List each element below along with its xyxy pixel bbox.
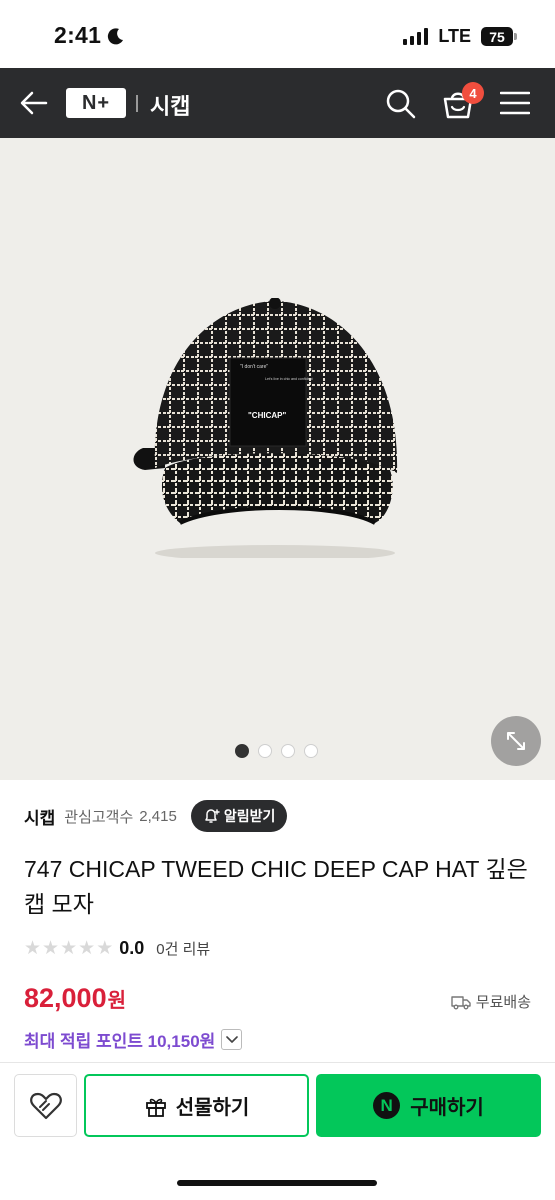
buy-label: 구매하기 [410, 1097, 484, 1119]
expand-icon [507, 732, 525, 750]
menu-icon[interactable] [500, 90, 530, 116]
alarm-label: 알림받기 [223, 808, 276, 824]
truck-icon [451, 995, 471, 1009]
back-arrow-icon[interactable] [18, 88, 50, 118]
store-title[interactable]: 시캡 [150, 89, 190, 121]
divider [0, 1062, 555, 1063]
price: 82,000 [24, 983, 107, 1013]
price-unit: 원 [107, 990, 126, 1012]
status-time-text: 2:41 [54, 22, 102, 48]
cap-label-top: "I don't care" [240, 364, 268, 370]
interest-label: 관심고객수 [64, 808, 134, 826]
buy-button[interactable]: N 구매하기 [316, 1074, 541, 1137]
signal-icon [403, 28, 429, 45]
star-icon: ★ [96, 937, 114, 959]
carousel-dots [235, 744, 318, 758]
gift-icon [145, 1098, 166, 1117]
search-icon[interactable] [385, 88, 417, 120]
gift-button[interactable]: 선물하기 [84, 1074, 309, 1137]
interest-count: 2,415 [139, 807, 177, 825]
chevron-down-icon [225, 1035, 238, 1043]
battery-level: 75 [481, 27, 513, 46]
star-icon: ★ [24, 937, 42, 959]
status-time: 2:41 [54, 22, 125, 49]
npay-icon: N [373, 1092, 401, 1119]
store-row: 시캡 관심고객수 2,415 알림받기 [24, 800, 288, 832]
gift-label: 선물하기 [175, 1097, 250, 1119]
home-indicator [177, 1180, 377, 1186]
expand-button[interactable] [491, 716, 541, 766]
cap-label-mid: Let's live in chic and confident [265, 377, 313, 381]
rating-row[interactable]: ★ ★ ★ ★ ★ 0.0 0건 리뷰 [24, 938, 210, 959]
star-icon: ★ [60, 937, 78, 959]
price-row: 82,000 원 [24, 983, 126, 1014]
store-name[interactable]: 시캡 [24, 804, 55, 829]
cart-badge: 4 [462, 82, 484, 104]
shipping-label: 무료배송 [475, 994, 531, 1011]
carousel-dot[interactable] [281, 744, 295, 758]
heart-link-icon [29, 1092, 62, 1119]
naver-plus-logo[interactable]: N+ [66, 88, 126, 118]
shipping-info: 무료배송 [451, 991, 531, 1012]
star-icon: ★ [42, 937, 60, 959]
carousel-dot[interactable] [235, 744, 249, 758]
network-label: LTE [438, 26, 471, 46]
points-expand-button[interactable] [221, 1029, 243, 1050]
points-row[interactable]: 최대 적립 포인트 10,150원 [24, 1027, 243, 1052]
rating-stars: ★ ★ ★ ★ ★ [24, 937, 114, 959]
review-count[interactable]: 0건 리뷰 [156, 938, 210, 959]
star-icon: ★ [78, 937, 96, 959]
status-bar: 2:41 LTE 75 [0, 0, 555, 68]
bell-plus-icon [205, 809, 220, 823]
status-indicators: LTE 75 [403, 26, 517, 47]
battery-icon: 75 [481, 27, 517, 46]
cap-label-brand: "CHICAP" [248, 411, 286, 420]
product-image: "I don't care" Let's live in chic and co… [133, 298, 398, 558]
wishlist-button[interactable] [14, 1074, 77, 1137]
alarm-button[interactable]: 알림받기 [190, 800, 288, 832]
carousel-dot[interactable] [304, 744, 318, 758]
points-label: 최대 적립 포인트 10,150원 [24, 1032, 216, 1051]
moon-icon [108, 27, 124, 44]
nav-divider [136, 95, 138, 112]
rating-score: 0.0 [119, 938, 145, 958]
product-image-carousel[interactable]: "I don't care" Let's live in chic and co… [0, 138, 555, 780]
carousel-dot[interactable] [258, 744, 272, 758]
product-title: 747 CHICAP TWEED CHIC DEEP CAP HAT 깊은 캡 … [24, 856, 528, 917]
